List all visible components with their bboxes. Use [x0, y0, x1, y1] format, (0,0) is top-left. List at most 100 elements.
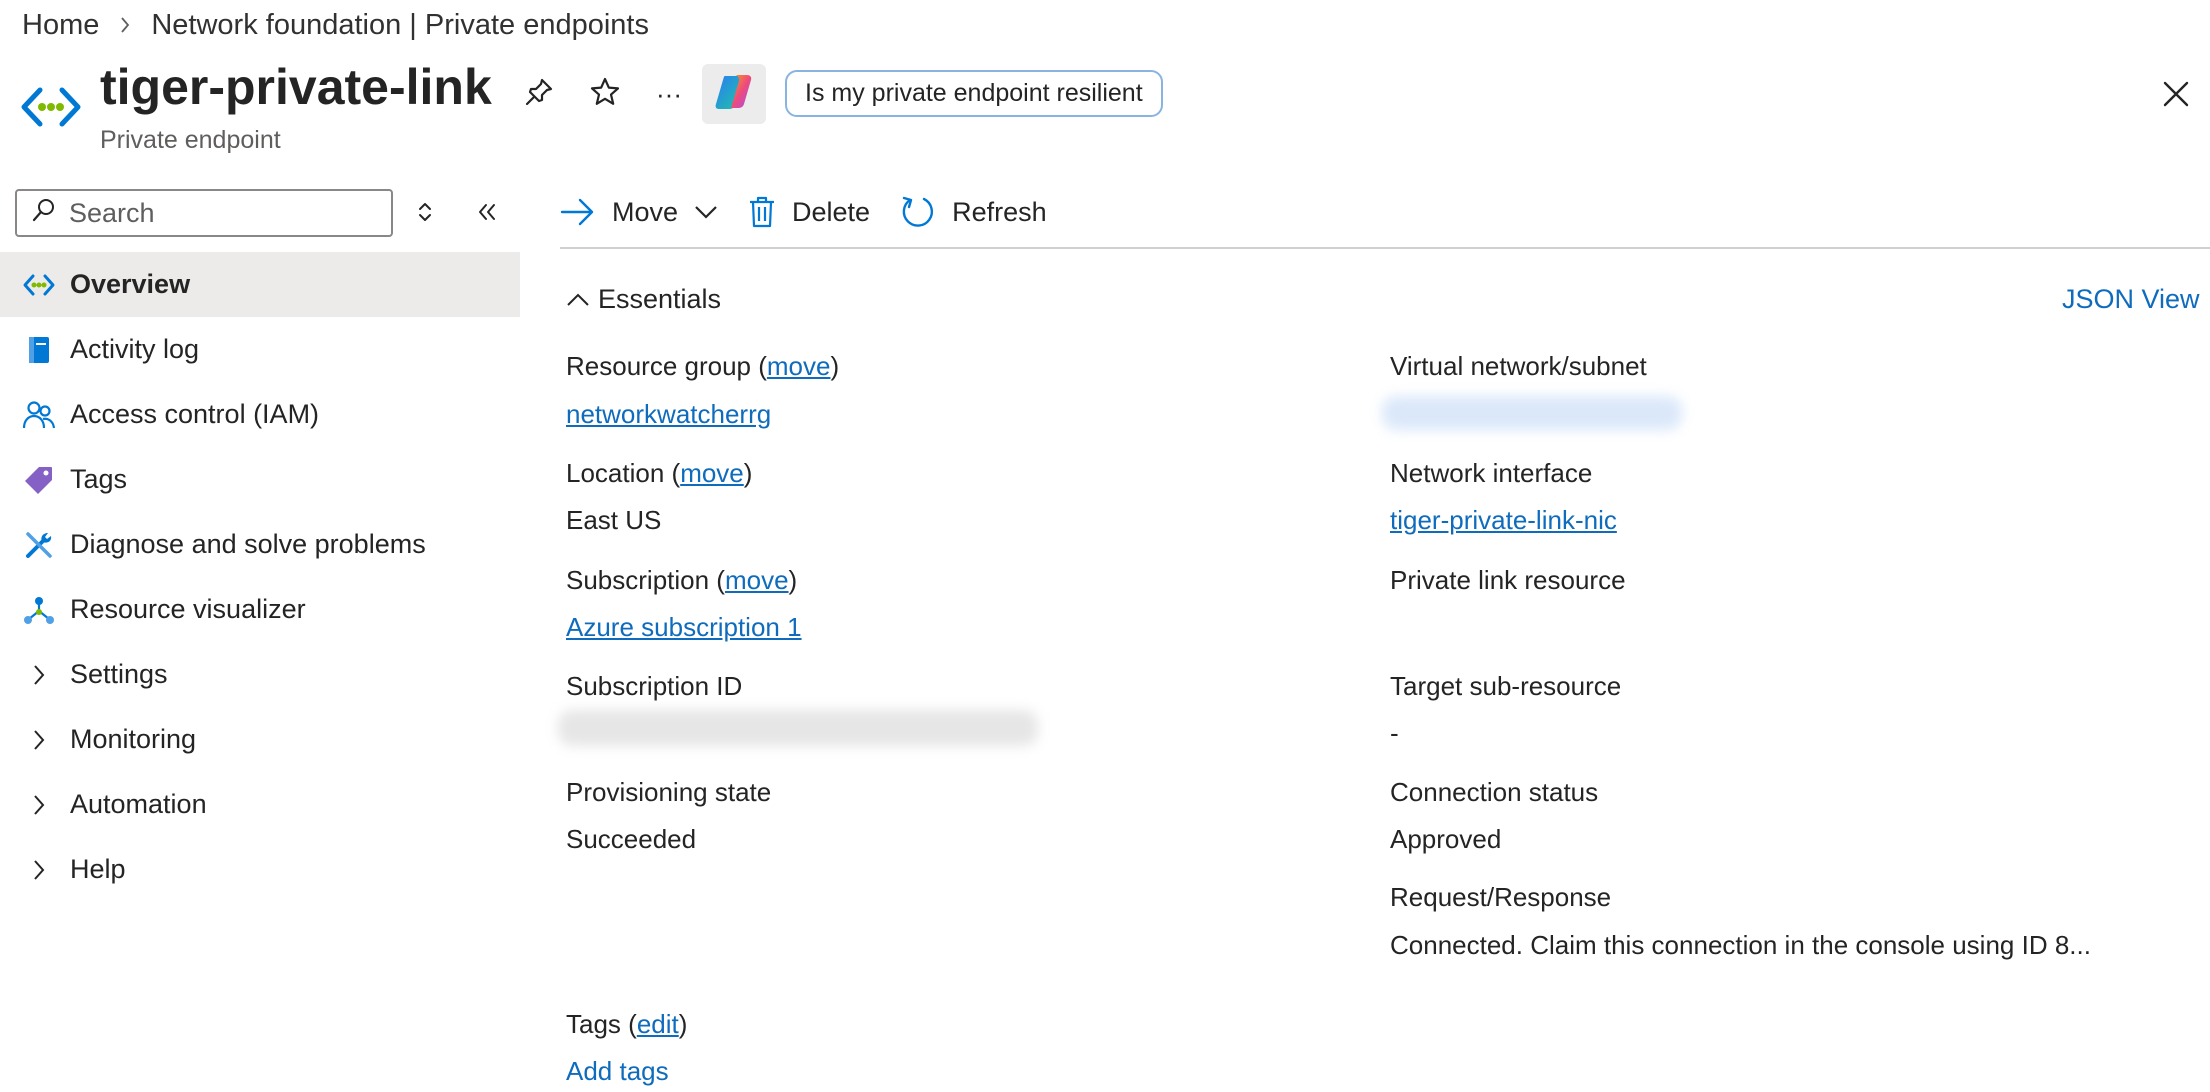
request-response-value: Connected. Claim this connection in the … — [1390, 930, 2091, 960]
private-link-resource-label: Private link resource — [1390, 565, 1626, 595]
location-label-close: ) — [743, 458, 753, 488]
close-button[interactable] — [2154, 74, 2198, 118]
resource-group-label: Resource group (move) — [566, 351, 839, 382]
tag-icon — [22, 463, 56, 497]
sidebar-item-label: Diagnose and solve problems — [70, 529, 426, 559]
sidebar-item-monitoring[interactable]: Monitoring — [0, 707, 520, 772]
refresh-button[interactable]: Refresh — [900, 194, 1047, 230]
more-button[interactable]: ··· — [647, 72, 691, 116]
refresh-label: Refresh — [952, 196, 1047, 227]
resource-group-label-text: Resource group ( — [566, 351, 767, 381]
sidebar-item-automation[interactable]: Automation — [0, 772, 520, 837]
sidebar-item-label: Automation — [70, 789, 207, 819]
star-icon — [589, 76, 621, 113]
wrench-icon — [22, 528, 56, 562]
target-sub-resource-label: Target sub-resource — [1390, 671, 1622, 701]
sidebar-item-label: Help — [70, 854, 126, 884]
subscription-label-close: ) — [788, 565, 798, 595]
chevron-right-icon — [22, 853, 56, 887]
trash-icon — [748, 195, 776, 229]
subscription-id-redacted — [558, 710, 1038, 746]
double-chevron-left-icon — [476, 201, 498, 228]
sidebar-item-label: Overview — [70, 269, 191, 299]
pin-icon — [523, 76, 555, 113]
refresh-icon — [900, 194, 936, 230]
close-icon — [2162, 80, 2190, 113]
search-input[interactable] — [69, 197, 369, 229]
hierarchy-icon — [22, 593, 56, 627]
sidebar-item-activity-log[interactable]: Activity log — [0, 317, 520, 382]
vnet-subnet-redacted — [1382, 396, 1682, 430]
subscription-value[interactable]: Azure subscription 1 — [566, 612, 802, 643]
subscription-move-link[interactable]: move — [725, 565, 789, 595]
search-icon — [31, 197, 57, 230]
tags-label-text: Tags ( — [566, 1009, 637, 1039]
sidebar-item-tags[interactable]: Tags — [0, 447, 520, 512]
sidebar-item-label: Resource visualizer — [70, 594, 306, 624]
copilot-button[interactable] — [702, 64, 766, 124]
sidebar-item-label: Access control (IAM) — [70, 399, 320, 429]
people-icon — [22, 398, 56, 432]
essentials-title: Essentials — [598, 284, 722, 314]
copilot-prompt-chip[interactable]: Is my private endpoint resilient — [785, 70, 1163, 117]
tags-label-close: ) — [678, 1009, 688, 1039]
chevron-right-icon — [119, 16, 131, 34]
resource-group-value[interactable]: networkwatcherrg — [566, 399, 771, 430]
move-label: Move — [612, 196, 679, 227]
provisioning-state-value: Succeeded — [566, 824, 697, 854]
subscription-label-text: Subscription ( — [566, 565, 725, 595]
delete-label: Delete — [792, 196, 871, 227]
target-sub-resource-value: - — [1390, 718, 1399, 748]
resource-group-move-link[interactable]: move — [767, 351, 831, 381]
resource-group-label-close: ) — [830, 351, 840, 381]
copilot-icon — [713, 72, 755, 117]
private-endpoint-icon — [22, 268, 56, 302]
sidebar-item-diagnose[interactable]: Diagnose and solve problems — [0, 512, 520, 577]
breadcrumb-current[interactable]: Network foundation | Private endpoints — [151, 9, 649, 42]
subscription-label: Subscription (move) — [566, 565, 797, 596]
json-view-link[interactable]: JSON View — [2062, 284, 2200, 315]
tags-label: Tags (edit) — [566, 1009, 687, 1040]
location-value: East US — [566, 505, 662, 535]
arrow-right-icon — [560, 197, 596, 227]
sidebar-item-overview[interactable]: Overview — [0, 252, 520, 317]
move-button[interactable]: Move — [560, 197, 718, 228]
sort-button[interactable] — [405, 192, 445, 236]
chevron-down-icon — [694, 205, 718, 219]
command-bar: Move Delete Refresh — [560, 184, 1077, 240]
subscription-id-label: Subscription ID — [566, 671, 743, 701]
sidebar-item-label: Settings — [70, 659, 168, 689]
location-label: Location (move) — [566, 458, 752, 489]
provisioning-state-label: Provisioning state — [566, 777, 772, 807]
request-response-label: Request/Response — [1390, 882, 1612, 912]
sidebar-item-label: Tags — [70, 464, 128, 494]
sidebar-item-access-control[interactable]: Access control (IAM) — [0, 382, 520, 447]
network-interface-label: Network interface — [1390, 458, 1593, 488]
sidebar-item-resource-visualizer[interactable]: Resource visualizer — [0, 577, 520, 642]
add-tags-link[interactable]: Add tags — [566, 1056, 669, 1087]
chevron-right-icon — [22, 788, 56, 822]
location-label-text: Location ( — [566, 458, 681, 488]
breadcrumb-home[interactable]: Home — [22, 9, 99, 42]
breadcrumb: Home Network foundation | Private endpoi… — [22, 8, 649, 42]
tags-edit-link[interactable]: edit — [637, 1009, 679, 1039]
location-move-link[interactable]: move — [680, 458, 744, 488]
connection-status-label: Connection status — [1390, 777, 1599, 807]
delete-button[interactable]: Delete — [748, 195, 870, 229]
favorite-button[interactable] — [583, 72, 627, 116]
chevron-right-icon — [22, 723, 56, 757]
sidebar-item-label: Monitoring — [70, 724, 197, 754]
page-title: tiger-private-link — [100, 59, 492, 115]
network-interface-value[interactable]: tiger-private-link-nic — [1390, 505, 1617, 536]
sidebar-item-help[interactable]: Help — [0, 837, 520, 902]
sidebar-item-settings[interactable]: Settings — [0, 642, 520, 707]
sidebar-item-label: Activity log — [70, 334, 200, 364]
private-endpoint-icon — [20, 82, 82, 132]
essentials-toggle[interactable]: Essentials — [566, 284, 721, 315]
chevron-up-icon — [566, 292, 590, 308]
pin-button[interactable] — [517, 72, 561, 116]
collapse-sidebar-button[interactable] — [467, 192, 507, 236]
activity-log-icon — [22, 333, 56, 367]
chevron-right-icon — [22, 658, 56, 692]
toolbar-divider — [560, 247, 2210, 249]
